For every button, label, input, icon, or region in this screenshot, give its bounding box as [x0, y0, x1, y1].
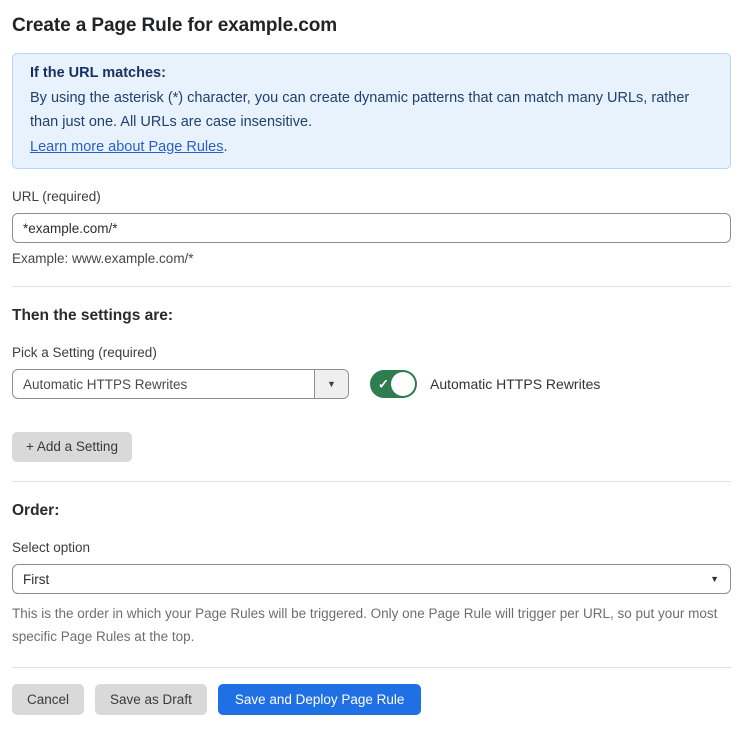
- chevron-down-icon: ▼: [327, 379, 336, 389]
- page-title: Create a Page Rule for example.com: [12, 15, 338, 36]
- setting-select[interactable]: Automatic HTTPS Rewrites ▼: [12, 369, 349, 399]
- url-field-label: URL (required): [12, 189, 101, 204]
- chevron-down-icon: ▼: [710, 574, 719, 584]
- settings-section-heading: Then the settings are:: [12, 307, 174, 324]
- cancel-button[interactable]: Cancel: [12, 684, 85, 715]
- divider-actions: [12, 667, 731, 668]
- setting-select-arrow-button[interactable]: ▼: [314, 370, 348, 398]
- divider-settings: [12, 286, 731, 287]
- order-section-heading: Order:: [12, 502, 60, 519]
- info-box-heading: If the URL matches:: [30, 65, 166, 81]
- toggle-label: Automatic HTTPS Rewrites: [430, 376, 601, 392]
- pick-setting-label: Pick a Setting (required): [12, 345, 157, 360]
- setting-row: Automatic HTTPS Rewrites ▼ ✓ Automatic H…: [12, 369, 731, 399]
- action-button-row: Cancel Save as Draft Save and Deploy Pag…: [12, 684, 731, 715]
- save-and-deploy-button[interactable]: Save and Deploy Page Rule: [217, 684, 422, 715]
- url-example-helper: Example: www.example.com/*: [12, 251, 194, 266]
- url-matches-info-box: If the URL matches: By using the asteris…: [12, 53, 731, 169]
- order-select[interactable]: First ▼: [12, 564, 731, 594]
- learn-more-link[interactable]: Learn more about Page Rules: [30, 139, 223, 155]
- create-page-rule-panel: Create a Page Rule for example.com If th…: [0, 0, 743, 729]
- order-select-value: First: [23, 571, 50, 587]
- add-setting-button[interactable]: + Add a Setting: [12, 432, 132, 462]
- order-helper-text: This is the order in which your Page Rul…: [12, 606, 718, 644]
- url-input[interactable]: [12, 213, 731, 243]
- divider-order: [12, 481, 731, 482]
- info-box-link-line: Learn more about Page Rules.: [30, 135, 713, 160]
- link-suffix: .: [223, 138, 228, 155]
- check-icon: ✓: [378, 376, 389, 392]
- toggle-knob: [391, 372, 415, 396]
- info-box-body: By using the asterisk (*) character, you…: [30, 89, 690, 131]
- save-as-draft-button[interactable]: Save as Draft: [95, 684, 207, 715]
- https-rewrites-toggle[interactable]: ✓: [370, 370, 417, 398]
- setting-select-value: Automatic HTTPS Rewrites: [23, 376, 188, 392]
- order-select-label: Select option: [12, 540, 91, 555]
